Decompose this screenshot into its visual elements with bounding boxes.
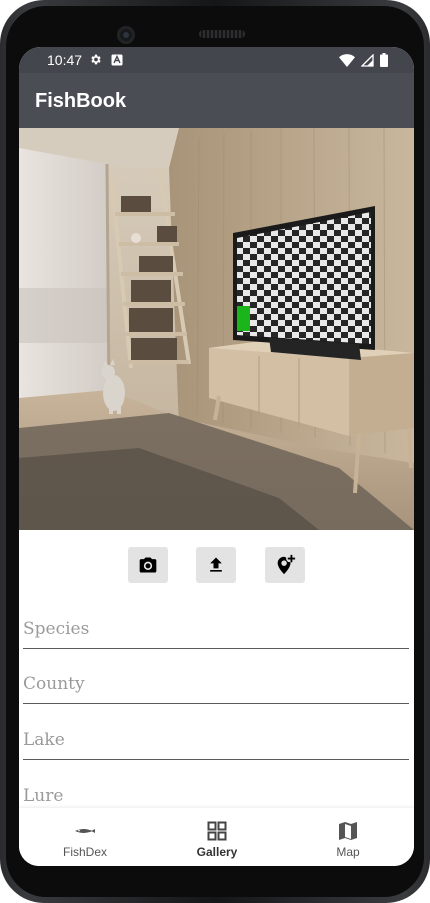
add-location-button[interactable]	[265, 547, 305, 583]
app-title: FishBook	[35, 90, 127, 112]
nav-label-gallery: Gallery	[196, 845, 238, 859]
lake-field[interactable]	[23, 723, 409, 760]
upload-button[interactable]	[196, 547, 236, 583]
nav-item-fishdex[interactable]: FishDex	[19, 808, 151, 866]
county-input[interactable]	[23, 667, 409, 701]
species-field[interactable]	[23, 612, 409, 649]
species-input[interactable]	[23, 612, 409, 646]
add-location-icon	[277, 554, 296, 575]
nav-item-map[interactable]: Map	[282, 808, 414, 866]
earpiece-speaker	[199, 30, 245, 38]
upload-icon	[210, 557, 222, 572]
camera-button[interactable]	[128, 547, 168, 583]
phone-frame: 10:47 FishBook Species County Lake Lure …	[0, 0, 430, 903]
camera-icon	[139, 557, 157, 573]
notification-app-icon	[111, 54, 123, 65]
cell-signal-icon	[361, 53, 374, 67]
bottom-navigation: FishDex Gallery Map	[19, 808, 414, 866]
front-camera	[117, 26, 135, 44]
catch-photo[interactable]	[19, 128, 414, 530]
status-bar: 10:47	[19, 47, 414, 73]
map-icon	[339, 822, 357, 840]
battery-icon	[380, 53, 388, 67]
settings-icon	[91, 54, 101, 65]
lake-input[interactable]	[23, 723, 409, 757]
screen: 10:47 FishBook Species County Lake Lure …	[19, 47, 414, 866]
nav-item-gallery[interactable]: Gallery	[151, 808, 283, 866]
status-time: 10:47	[47, 52, 83, 68]
app-bar: FishBook	[19, 73, 414, 128]
county-field[interactable]	[23, 667, 409, 704]
fish-icon	[75, 829, 95, 833]
nav-label-fishdex: FishDex	[62, 845, 107, 859]
photo-actions	[19, 547, 414, 583]
nav-label-map: Map	[336, 845, 360, 859]
living-room-photo	[19, 128, 414, 530]
grid-icon	[207, 821, 227, 841]
wifi-icon	[339, 53, 355, 67]
